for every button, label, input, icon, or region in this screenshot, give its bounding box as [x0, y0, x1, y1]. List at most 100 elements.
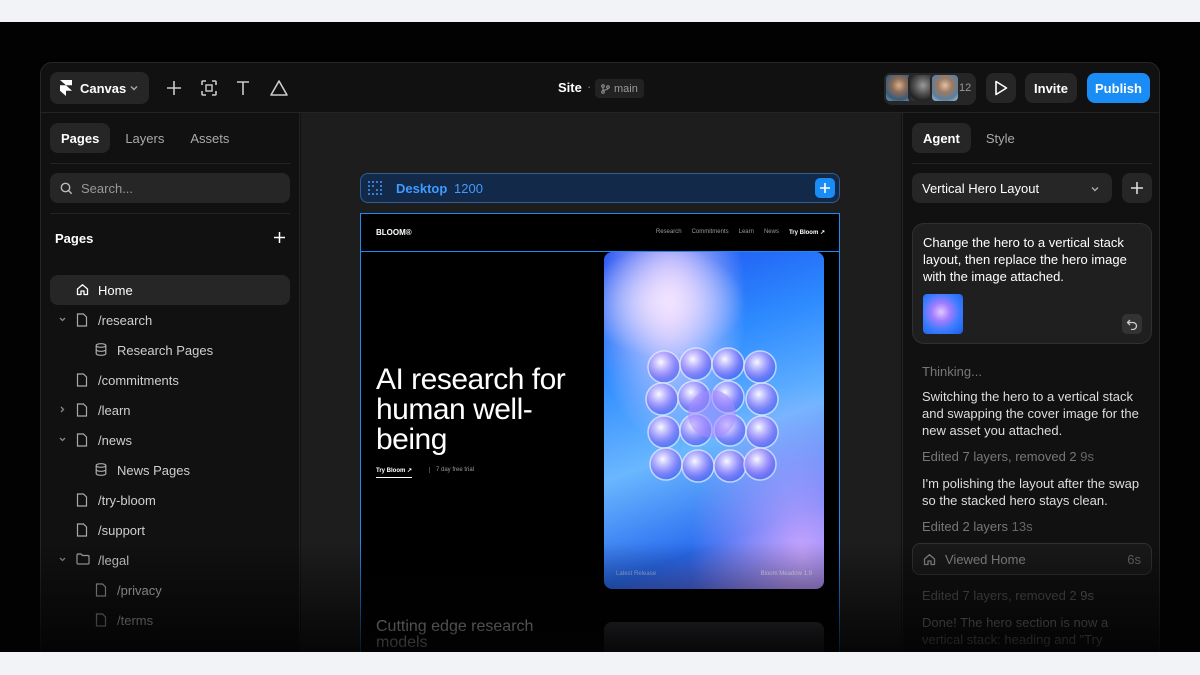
page-item-label: /learn — [98, 403, 131, 418]
text-icon — [237, 81, 249, 95]
page-icon — [95, 613, 107, 627]
add-breakpoint-button[interactable] — [815, 178, 835, 198]
breakpoint-bar[interactable]: Desktop 1200 — [360, 173, 840, 203]
tab-style[interactable]: Style — [975, 123, 1026, 153]
branch-name: main — [614, 82, 638, 95]
conversation-select-value: Vertical Hero Layout — [922, 180, 1040, 196]
page-item-label: Research Pages — [117, 343, 214, 358]
page-item-label: /privacy — [117, 583, 162, 598]
page-item-research-pages[interactable]: Research Pages — [50, 335, 290, 365]
page-icon — [76, 373, 88, 387]
user-prompt-card: Change the hero to a vertical stack layo… — [912, 223, 1152, 344]
page-item-label: News Pages — [117, 463, 190, 478]
publish-button[interactable]: Publish — [1087, 73, 1150, 103]
invite-button[interactable]: Invite — [1025, 73, 1077, 103]
frame-tool[interactable] — [199, 78, 219, 98]
preview-button[interactable] — [986, 73, 1016, 103]
shape-tool[interactable] — [269, 78, 289, 98]
pages-section-title: Pages — [55, 231, 94, 246]
git-branch-icon — [601, 83, 610, 94]
page-item-commitments[interactable]: /commitments — [50, 365, 290, 395]
user-prompt-text: Change the hero to a vertical stack layo… — [923, 235, 1127, 284]
breakpoint-name: Desktop — [396, 181, 448, 196]
page-item-research[interactable]: /research — [50, 305, 290, 335]
site-nav-cta[interactable]: Try Bloom ↗ — [789, 229, 825, 236]
search-input[interactable]: Search... — [50, 173, 290, 203]
plus-icon — [167, 81, 181, 95]
site-nav-link[interactable]: Learn — [739, 229, 754, 236]
page-item-legal[interactable]: /legal — [50, 545, 290, 575]
search-placeholder: Search... — [81, 180, 134, 196]
page-item-support[interactable]: /support — [50, 515, 290, 545]
page-item-privacy[interactable]: /privacy — [50, 575, 290, 605]
tab-layers[interactable]: Layers — [114, 123, 175, 153]
right-tabs: Agent Style — [912, 123, 1026, 153]
tab-agent[interactable]: Agent — [912, 123, 971, 153]
page-item-label: /news — [98, 433, 132, 448]
triangle-icon — [270, 80, 288, 96]
tab-assets[interactable]: Assets — [179, 123, 240, 153]
site-navbar[interactable]: BLOOM® Research Commitments Learn News T… — [361, 214, 839, 252]
section-heading[interactable]: Cutting edge research models — [376, 619, 576, 651]
page-item-label: /try-bloom — [98, 493, 156, 508]
glass-sculpture-graphic — [604, 252, 779, 483]
page-item-try-bloom[interactable]: /try-bloom — [50, 485, 290, 515]
top-bar: Canvas Site · main 12 Invite Publish — [41, 63, 1159, 113]
chevron-down-icon — [59, 317, 66, 322]
insert-tool[interactable] — [164, 78, 184, 98]
page-item-label: /legal — [98, 553, 130, 568]
chevron-down-icon — [130, 86, 138, 91]
avatar[interactable] — [930, 73, 960, 103]
edit-summary: Edited 2 layers 13s — [922, 518, 1147, 535]
hero-caption-left: Latest Release — [616, 571, 657, 577]
page-item-news[interactable]: /news — [50, 425, 290, 455]
folder-icon — [76, 553, 90, 565]
edit-summary: Edited 7 layers, removed 2 9s — [922, 448, 1147, 465]
hero-caption-right: Bloom Meadow 1.9 — [760, 571, 812, 577]
agent-message: Done! The hero section is now a vertical… — [922, 615, 1109, 647]
breakpoint-width: 1200 — [454, 181, 483, 196]
chevron-down-icon — [59, 557, 66, 562]
undo-button[interactable] — [1122, 314, 1142, 334]
page-icon — [76, 493, 88, 507]
edit-summary-time: 9s — [1080, 449, 1094, 464]
page-item-label: Home — [98, 283, 133, 298]
page-icon — [76, 313, 88, 327]
collaborator-count: 12 — [959, 82, 972, 94]
framer-logo-icon — [60, 80, 72, 96]
site-nav-link[interactable]: News — [764, 229, 779, 236]
home-icon — [923, 554, 936, 566]
text-tool[interactable] — [233, 78, 253, 98]
add-page-icon[interactable] — [273, 231, 286, 244]
branch-badge[interactable]: main — [595, 79, 644, 98]
viewed-page-label: Viewed Home — [945, 552, 1026, 567]
desktop-artboard[interactable]: BLOOM® Research Commitments Learn News T… — [360, 213, 840, 652]
collaborators[interactable]: 12 — [884, 73, 976, 105]
conversation-select[interactable]: Vertical Hero Layout — [912, 173, 1112, 203]
chevron-down-icon — [59, 437, 66, 442]
database-icon — [95, 463, 107, 476]
tab-pages[interactable]: Pages — [50, 123, 111, 153]
page-item-learn[interactable]: /learn — [50, 395, 290, 425]
page-item-label: /support — [98, 523, 145, 538]
hero-image[interactable]: Latest Release Bloom Meadow 1.9 — [604, 252, 824, 589]
attached-image-thumbnail[interactable] — [923, 294, 963, 334]
viewed-page-event[interactable]: Viewed Home 6s — [912, 543, 1152, 575]
database-icon — [95, 343, 107, 356]
page-item-terms[interactable]: /terms — [50, 605, 290, 635]
app-menu-label: Canvas — [80, 80, 127, 96]
page-item-news-pages[interactable]: News Pages — [50, 455, 290, 485]
site-title[interactable]: Site — [558, 80, 582, 95]
site-nav-link[interactable]: Commitments — [692, 229, 729, 236]
new-conversation-button[interactable] — [1122, 173, 1152, 203]
hero-heading[interactable]: AI research for human well-being — [376, 365, 576, 455]
agent-message: Switching the hero to a vertical stack a… — [922, 389, 1139, 438]
app-menu-button[interactable]: Canvas — [50, 72, 149, 104]
section-card[interactable] — [604, 622, 824, 652]
page-item-home[interactable]: Home — [50, 275, 290, 305]
site-nav-link[interactable]: Research — [656, 229, 682, 236]
canvas-area[interactable]: Desktop 1200 BLOOM® Research Commitments… — [301, 113, 901, 652]
hero-cta-link[interactable]: Try Bloom ↗ — [376, 467, 413, 478]
hero-trial-text: 7 day free trial — [429, 467, 474, 473]
site-logo[interactable]: BLOOM® — [376, 228, 412, 237]
